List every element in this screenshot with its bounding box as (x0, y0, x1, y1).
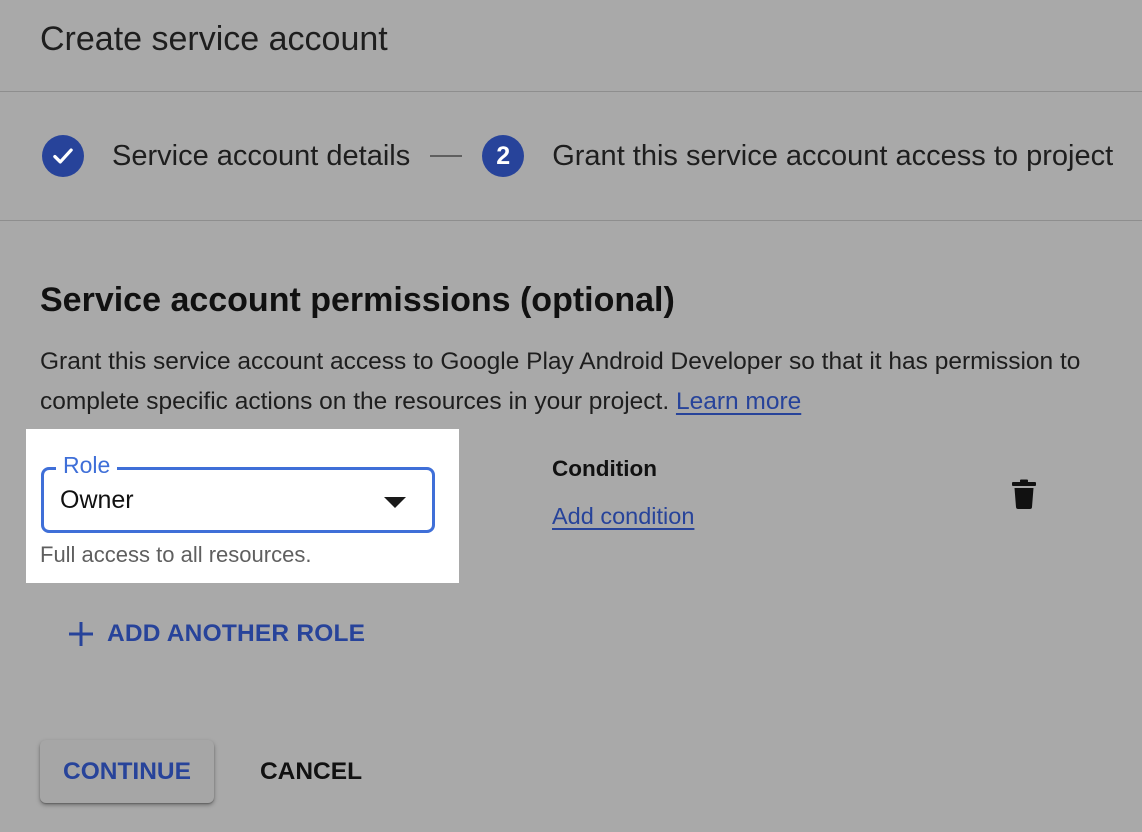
role-helper-text: Full access to all resources. (40, 542, 312, 567)
dropdown-arrow-icon (384, 497, 406, 508)
step-1-complete-check-icon (42, 135, 84, 177)
step-1-label[interactable]: Service account details (112, 140, 410, 173)
cancel-button[interactable]: CANCEL (244, 740, 378, 803)
add-condition-link[interactable]: Add condition (552, 503, 694, 530)
continue-button[interactable]: CONTINUE (40, 740, 214, 803)
add-another-role-label: ADD ANOTHER ROLE (107, 620, 366, 647)
check-icon (53, 148, 73, 164)
role-field-label: Role (56, 450, 118, 480)
role-select[interactable]: Role Owner (41, 450, 435, 533)
plus-icon (69, 622, 93, 646)
role-highlight-panel: Role Owner Full access to all resources. (26, 429, 459, 583)
step-2-number-badge: 2 (482, 135, 525, 177)
permissions-description: Grant this service account access to Goo… (40, 342, 1120, 422)
delete-role-button[interactable] (1012, 479, 1036, 509)
role-selected-value: Owner (60, 486, 134, 514)
learn-more-link[interactable]: Learn more (676, 388, 801, 415)
permissions-heading: Service account permissions (optional) (40, 281, 675, 319)
trash-icon (1012, 479, 1036, 509)
stepper: Service account details 2 Grant this ser… (42, 134, 1113, 178)
header-divider (0, 91, 1142, 92)
permissions-description-text: Grant this service account access to Goo… (40, 348, 1081, 415)
condition-heading: Condition (552, 456, 657, 481)
step-connector (430, 155, 463, 157)
stepper-divider (0, 220, 1142, 221)
page-title: Create service account (40, 20, 388, 58)
add-another-role-button[interactable]: ADD ANOTHER ROLE (68, 620, 365, 648)
step-2-label[interactable]: Grant this service account access to pro… (552, 140, 1113, 173)
